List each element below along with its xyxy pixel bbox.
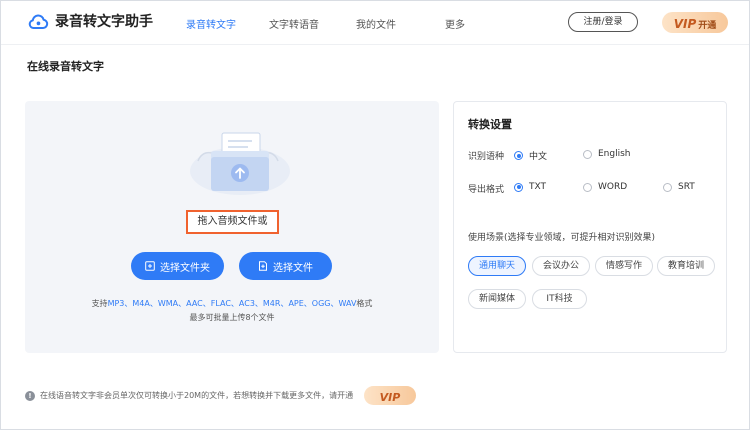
scene-chip-meeting[interactable]: 会议办公 [532, 256, 590, 276]
app-title: 录音转文字助手 [55, 14, 153, 30]
formats-suffix: 格式 [356, 299, 373, 308]
folder-upload-icon [190, 132, 290, 195]
login-button[interactable]: 注册/登录 [568, 12, 638, 32]
upload-limit-text: 最多可批量上传8个文件 [189, 313, 275, 322]
select-folder-button[interactable]: 选择文件夹 [131, 252, 224, 280]
radio-checked-icon [514, 151, 523, 160]
select-file-button[interactable]: 选择文件 [239, 252, 332, 280]
footer-vip-button[interactable]: VIP [364, 386, 416, 405]
language-option-label: 中文 [529, 152, 548, 162]
formats-list: MP3、M4A、WMA、AAC、FLAC、AC3、M4R、APE、OGG、WAV [107, 299, 357, 308]
format-option-label: WORD [598, 182, 628, 192]
settings-title: 转换设置 [468, 118, 512, 131]
radio-checked-icon [514, 182, 523, 192]
nav-my-files[interactable]: 我的文件 [356, 16, 396, 31]
supported-formats-text: 支持MP3、M4A、WMA、AAC、FLAC、AC3、M4R、APE、OGG、W… [25, 298, 439, 309]
info-icon: ! [25, 390, 35, 401]
scene-chip-emotional-writing[interactable]: 情感写作 [595, 256, 653, 276]
member-limit-note: ! 在线语音转文字非会员单次仅可转换小于20M的文件，若想转换并下载更多文件，请… [25, 390, 353, 401]
vip-badge-text: VIP [673, 17, 697, 31]
select-folder-label: 选择文件夹 [160, 262, 210, 274]
scene-chip-education[interactable]: 教育培训 [657, 256, 715, 276]
format-option-label: TXT [529, 182, 547, 192]
folder-add-icon [145, 261, 155, 271]
nav-more[interactable]: 更多 [445, 16, 465, 31]
top-header: 录音转文字助手 录音转文字 文字转语音 我的文件 更多 注册/登录 VIP 开通 [1, 1, 749, 45]
member-limit-text: 在线语音转文字非会员单次仅可转换小于20M的文件，若想转换并下载更多文件，请开通 [40, 391, 354, 400]
scene-label: 使用场景(选择专业领域，可提升相对识别效果) [468, 233, 656, 243]
upload-dropzone[interactable]: 拖入音频文件或 选择文件夹 选择文件 支持MP3、M4A、WMA、AAC、FLA… [25, 101, 439, 353]
radio-unchecked-icon [663, 182, 672, 192]
format-option-txt[interactable]: TXT [514, 182, 546, 192]
scene-chip-news-media[interactable]: 新闻媒体 [468, 289, 526, 309]
app-logo[interactable]: 录音转文字助手 [27, 11, 153, 33]
page-title: 在线录音转文字 [27, 60, 104, 73]
radio-unchecked-icon [583, 182, 592, 192]
language-option-chinese[interactable]: 中文 [514, 149, 547, 162]
language-label: 识别语种 [468, 152, 505, 162]
format-option-srt[interactable]: SRT [663, 182, 695, 192]
select-file-label: 选择文件 [273, 262, 313, 274]
formats-prefix: 支持 [91, 299, 108, 308]
format-option-word[interactable]: WORD [583, 182, 627, 192]
drop-hint-text: 拖入音频文件或 [186, 210, 279, 234]
cloud-logo-icon [28, 14, 49, 29]
radio-unchecked-icon [583, 149, 592, 159]
vip-open-button[interactable]: VIP 开通 [662, 12, 728, 33]
language-option-label: English [598, 149, 631, 159]
scene-chip-it-tech[interactable]: IT科技 [532, 289, 587, 309]
nav-text-to-speech[interactable]: 文字转语音 [269, 16, 319, 31]
nav-audio-to-text[interactable]: 录音转文字 [186, 16, 236, 31]
file-add-icon [259, 261, 267, 271]
scene-chip-general-chat[interactable]: 通用聊天 [468, 256, 526, 276]
language-option-english[interactable]: English [583, 149, 631, 159]
export-format-label: 导出格式 [468, 185, 505, 195]
footer-vip-text: VIP [379, 391, 401, 404]
vip-open-label: 开通 [698, 21, 717, 31]
format-option-label: SRT [678, 182, 695, 192]
conversion-settings-panel: 转换设置 识别语种 中文 English 导出格式 TXT WORD SRT 使… [453, 101, 727, 353]
